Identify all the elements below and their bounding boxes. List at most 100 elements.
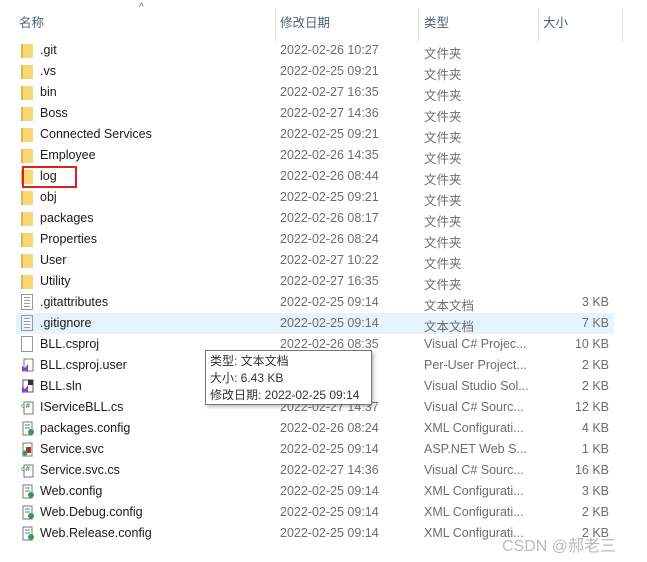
file-date: 2022-02-25 09:21: [280, 127, 379, 141]
file-row[interactable]: c# Service.svc.cs 2022-02-27 14:36 Visual C…: [16, 460, 614, 481]
file-row[interactable]: bin 2022-02-27 16:35 文件夹: [16, 82, 614, 103]
file-name: bin: [40, 85, 57, 99]
file-size: 2 KB: [581, 379, 609, 393]
vs-user-file-icon: [22, 358, 34, 372]
file-row[interactable]: log 2022-02-26 08:44 文件夹: [16, 166, 614, 187]
column-divider[interactable]: [538, 8, 539, 42]
column-name[interactable]: 名称: [19, 12, 44, 31]
file-row[interactable]: Connected Services 2022-02-25 09:21 文件夹: [16, 124, 614, 145]
file-name: BLL.sln: [40, 379, 82, 393]
file-name: Web.Debug.config: [40, 505, 143, 519]
column-type[interactable]: 类型: [424, 12, 449, 31]
file-type: 文件夹: [424, 68, 462, 82]
tooltip: 类型: 文本文档 大小: 6.43 KB 修改日期: 2022-02-25 09…: [205, 350, 372, 405]
file-row[interactable]: Employee 2022-02-26 14:35 文件夹: [16, 145, 614, 166]
folder-icon: [21, 128, 33, 142]
file-date: 2022-02-25 09:14: [280, 484, 379, 498]
tooltip-date: 修改日期: 2022-02-25 09:14: [210, 388, 360, 402]
file-size: 3 KB: [581, 295, 609, 309]
folder-icon: [21, 254, 33, 268]
file-date: 2022-02-25 09:14: [280, 295, 379, 309]
file-row[interactable]: .vs 2022-02-25 09:21 文件夹: [16, 61, 614, 82]
folder-icon: [21, 86, 33, 100]
file-row[interactable]: obj 2022-02-25 09:21 文件夹: [16, 187, 614, 208]
file-type: Visual C# Projec...: [424, 337, 527, 351]
csharp-file-icon: c#: [21, 401, 34, 415]
file-name: .gitignore: [40, 316, 92, 330]
file-type: Visual Studio Sol...: [424, 379, 529, 393]
file-type: Visual C# Sourc...: [424, 400, 524, 414]
file-type: 文本文档: [424, 299, 475, 313]
file-name: BLL.csproj: [40, 337, 100, 351]
svg-text:c#: c#: [21, 465, 31, 473]
text-file-icon: [21, 315, 33, 331]
highlight-box: [22, 166, 77, 188]
file-date: 2022-02-25 09:21: [280, 64, 379, 78]
file-row[interactable]: Properties 2022-02-26 08:24 文件夹: [16, 229, 614, 250]
file-date: 2022-02-26 08:24: [280, 421, 379, 435]
file-type: 文件夹: [424, 110, 462, 124]
file-name: obj: [40, 190, 57, 204]
file-row[interactable]: .git 2022-02-26 10:27 文件夹: [16, 40, 614, 61]
file-name: Boss: [40, 106, 68, 120]
column-size[interactable]: 大小: [543, 12, 568, 31]
config-file-icon: [22, 484, 34, 499]
column-date[interactable]: 修改日期: [280, 12, 330, 31]
file-row[interactable]: Service.svc 2022-02-25 09:14 ASP.NET Web S…: [16, 439, 614, 460]
file-type: 文件夹: [424, 236, 462, 250]
file-size: 10 KB: [574, 337, 609, 351]
file-name: BLL.csproj.user: [40, 358, 127, 372]
file-date: 2022-02-26 08:44: [280, 169, 379, 183]
file-date: 2022-02-27 10:22: [280, 253, 379, 267]
file-date: 2022-02-25 09:14: [280, 442, 379, 456]
file-name: IServiceBLL.cs: [40, 400, 124, 414]
file-row[interactable]: packages 2022-02-26 08:17 文件夹: [16, 208, 614, 229]
text-file-icon: [21, 294, 33, 310]
file-name: .git: [40, 43, 57, 57]
file-name: .vs: [40, 64, 56, 78]
column-divider[interactable]: [622, 8, 623, 42]
file-row[interactable]: Web.config 2022-02-25 09:14 XML Configurat…: [16, 481, 614, 502]
file-name: Service.svc: [40, 442, 104, 456]
file-date: 2022-02-25 09:14: [280, 316, 379, 330]
file-row[interactable]: Utility 2022-02-27 16:35 文件夹: [16, 271, 614, 292]
column-divider[interactable]: [418, 8, 419, 42]
file-size: 7 KB: [581, 316, 609, 330]
file-type: ASP.NET Web S...: [424, 442, 527, 456]
file-date: 2022-02-26 08:24: [280, 232, 379, 246]
file-date: 2022-02-27 16:35: [280, 274, 379, 288]
file-date: 2022-02-27 14:36: [280, 106, 379, 120]
file-size: 3 KB: [581, 484, 609, 498]
file-date: 2022-02-27 14:36: [280, 463, 379, 477]
folder-icon: [21, 275, 33, 289]
file-type: XML Configurati...: [424, 505, 524, 519]
file-type: 文件夹: [424, 47, 462, 61]
column-divider[interactable]: [275, 8, 276, 42]
folder-icon: [21, 149, 33, 163]
file-name: User: [40, 253, 67, 267]
file-row[interactable]: .gitignore 2022-02-25 09:14 文本文档 7 KB: [16, 313, 614, 334]
file-date: 2022-02-25 09:14: [280, 526, 379, 540]
file-row[interactable]: User 2022-02-27 10:22 文件夹: [16, 250, 614, 271]
file-row[interactable]: Web.Debug.config 2022-02-25 09:14 XML Conf…: [16, 502, 614, 523]
tooltip-size: 大小: 6.43 KB: [210, 371, 284, 385]
file-type: Per-User Project...: [424, 358, 527, 372]
file-type: XML Configurati...: [424, 421, 524, 435]
file-name: packages.config: [40, 421, 131, 435]
file-name: .gitattributes: [40, 295, 109, 309]
file-name: Utility: [40, 274, 71, 288]
folder-icon: [21, 233, 33, 247]
file-date: 2022-02-25 09:14: [280, 505, 379, 519]
folder-icon: [21, 44, 33, 58]
file-row[interactable]: .gitattributes 2022-02-25 09:14 文本文档 3 KB: [16, 292, 614, 313]
config-file-icon: [22, 421, 34, 436]
file-size: 4 KB: [581, 421, 609, 435]
file-type: 文件夹: [424, 278, 462, 292]
file-name: Properties: [40, 232, 97, 246]
file-type: 文件夹: [424, 215, 462, 229]
file-size: 1 KB: [581, 442, 609, 456]
file-date: 2022-02-26 10:27: [280, 43, 379, 57]
file-row[interactable]: Boss 2022-02-27 14:36 文件夹: [16, 103, 614, 124]
file-row[interactable]: packages.config 2022-02-26 08:24 XML Confi…: [16, 418, 614, 439]
file-size: 16 KB: [574, 463, 609, 477]
